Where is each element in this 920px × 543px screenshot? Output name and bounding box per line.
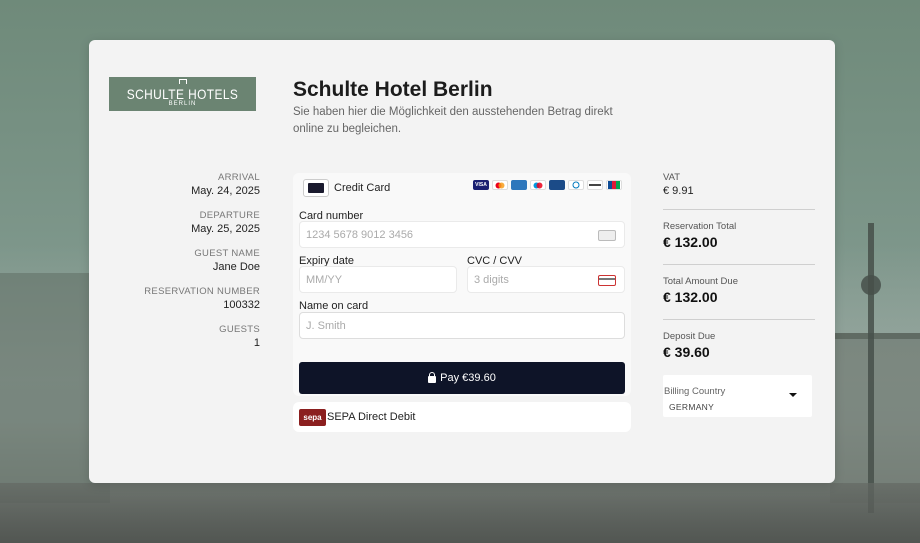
- payment-card: SCHULTE HOTELS BERLIN Schulte Hotel Berl…: [89, 40, 835, 483]
- total-due-label: Total Amount Due: [663, 276, 738, 287]
- credit-card-option[interactable]: Credit Card: [303, 178, 390, 198]
- reservation-label: RESERVATION NUMBER: [144, 286, 260, 297]
- page-description: Sie haben hier die Möglichkeit den ausst…: [293, 106, 613, 135]
- cvc-card-icon: [598, 275, 616, 286]
- chevron-down-icon: [789, 393, 797, 397]
- logo-main-text: SCHULTE HOTELS: [126, 86, 239, 102]
- name-label: Name on card: [299, 300, 369, 312]
- background-street: [0, 483, 920, 543]
- maestro-icon: [530, 180, 546, 190]
- diners-icon: [568, 180, 584, 190]
- billing-country-select[interactable]: Billing Country GERMANY: [663, 375, 812, 417]
- divider: [663, 264, 815, 265]
- reservation-total-summary: Reservation Total € 132.00: [663, 221, 815, 250]
- lock-icon: [428, 372, 437, 383]
- card-icon: [598, 230, 616, 241]
- pay-button[interactable]: Pay €39.60: [299, 362, 625, 394]
- guest-info: GUEST NAME Jane Doe: [60, 248, 260, 273]
- jcb-icon: [606, 180, 622, 190]
- sepa-option[interactable]: sepa SEPA Direct Debit: [293, 402, 631, 432]
- divider: [663, 209, 815, 210]
- departure-label: DEPARTURE: [199, 210, 260, 221]
- card-number-placeholder: 1234 5678 9012 3456: [306, 228, 414, 241]
- sepa-icon: sepa: [299, 408, 326, 426]
- guests-info: GUESTS 1: [60, 324, 260, 349]
- discover-icon: [587, 180, 603, 190]
- arrival-value: May. 24, 2025: [191, 185, 260, 197]
- guests-value: 1: [253, 337, 260, 349]
- expiry-placeholder: MM/YY: [306, 273, 343, 286]
- deposit-value: € 39.60: [663, 344, 710, 360]
- sepa-label: SEPA Direct Debit: [327, 411, 416, 423]
- guest-label: GUEST NAME: [194, 248, 260, 259]
- divider: [663, 319, 815, 320]
- billing-country-label: Billing Country: [664, 386, 726, 397]
- billing-country-value: GERMANY: [669, 402, 715, 412]
- cvc-input[interactable]: 3 digits: [467, 266, 625, 293]
- card-brands: VISA: [473, 180, 622, 190]
- vat-label: VAT: [663, 172, 681, 183]
- reservation-value: 100332: [223, 299, 260, 311]
- reservation-info: RESERVATION NUMBER 100332: [60, 286, 260, 311]
- crown-icon: [179, 79, 187, 84]
- total-due-value: € 132.00: [663, 289, 718, 305]
- guests-label: GUESTS: [219, 324, 260, 335]
- credit-card-label: Credit Card: [334, 182, 391, 194]
- total-due-summary: Total Amount Due € 132.00: [663, 276, 815, 305]
- guest-value: Jane Doe: [212, 261, 260, 273]
- deposit-label: Deposit Due: [663, 331, 716, 342]
- arrival-info: ARRIVAL May. 24, 2025: [60, 172, 260, 197]
- visa-icon: VISA: [473, 180, 489, 190]
- card-number-input[interactable]: 1234 5678 9012 3456: [299, 221, 625, 248]
- vat-value: € 9.91: [663, 185, 694, 197]
- logo-sub-text: BERLIN: [168, 101, 197, 107]
- vat-summary: VAT € 9.91: [663, 172, 815, 197]
- name-on-card-input[interactable]: J. Smith: [299, 312, 625, 339]
- arrival-label: ARRIVAL: [217, 172, 260, 183]
- cvc-placeholder: 3 digits: [474, 273, 509, 286]
- expiry-input[interactable]: MM/YY: [299, 266, 457, 293]
- reservation-total-value: € 132.00: [663, 234, 718, 250]
- deposit-summary: Deposit Due € 39.60: [663, 331, 815, 360]
- departure-value: May. 25, 2025: [191, 223, 260, 235]
- credit-card-icon: [303, 179, 329, 197]
- mastercard-icon: [492, 180, 508, 190]
- amex-icon: [511, 180, 527, 190]
- departure-info: DEPARTURE May. 25, 2025: [60, 210, 260, 235]
- reservation-total-label: Reservation Total: [663, 221, 737, 232]
- background-pole: [868, 223, 874, 513]
- hotel-logo: SCHULTE HOTELS BERLIN: [109, 77, 256, 111]
- unionpay-icon: [549, 180, 565, 190]
- background-gate: [830, 333, 920, 503]
- page-title: Schulte Hotel Berlin: [293, 78, 493, 101]
- name-placeholder: J. Smith: [306, 319, 346, 332]
- pay-button-label: Pay €39.60: [440, 372, 496, 384]
